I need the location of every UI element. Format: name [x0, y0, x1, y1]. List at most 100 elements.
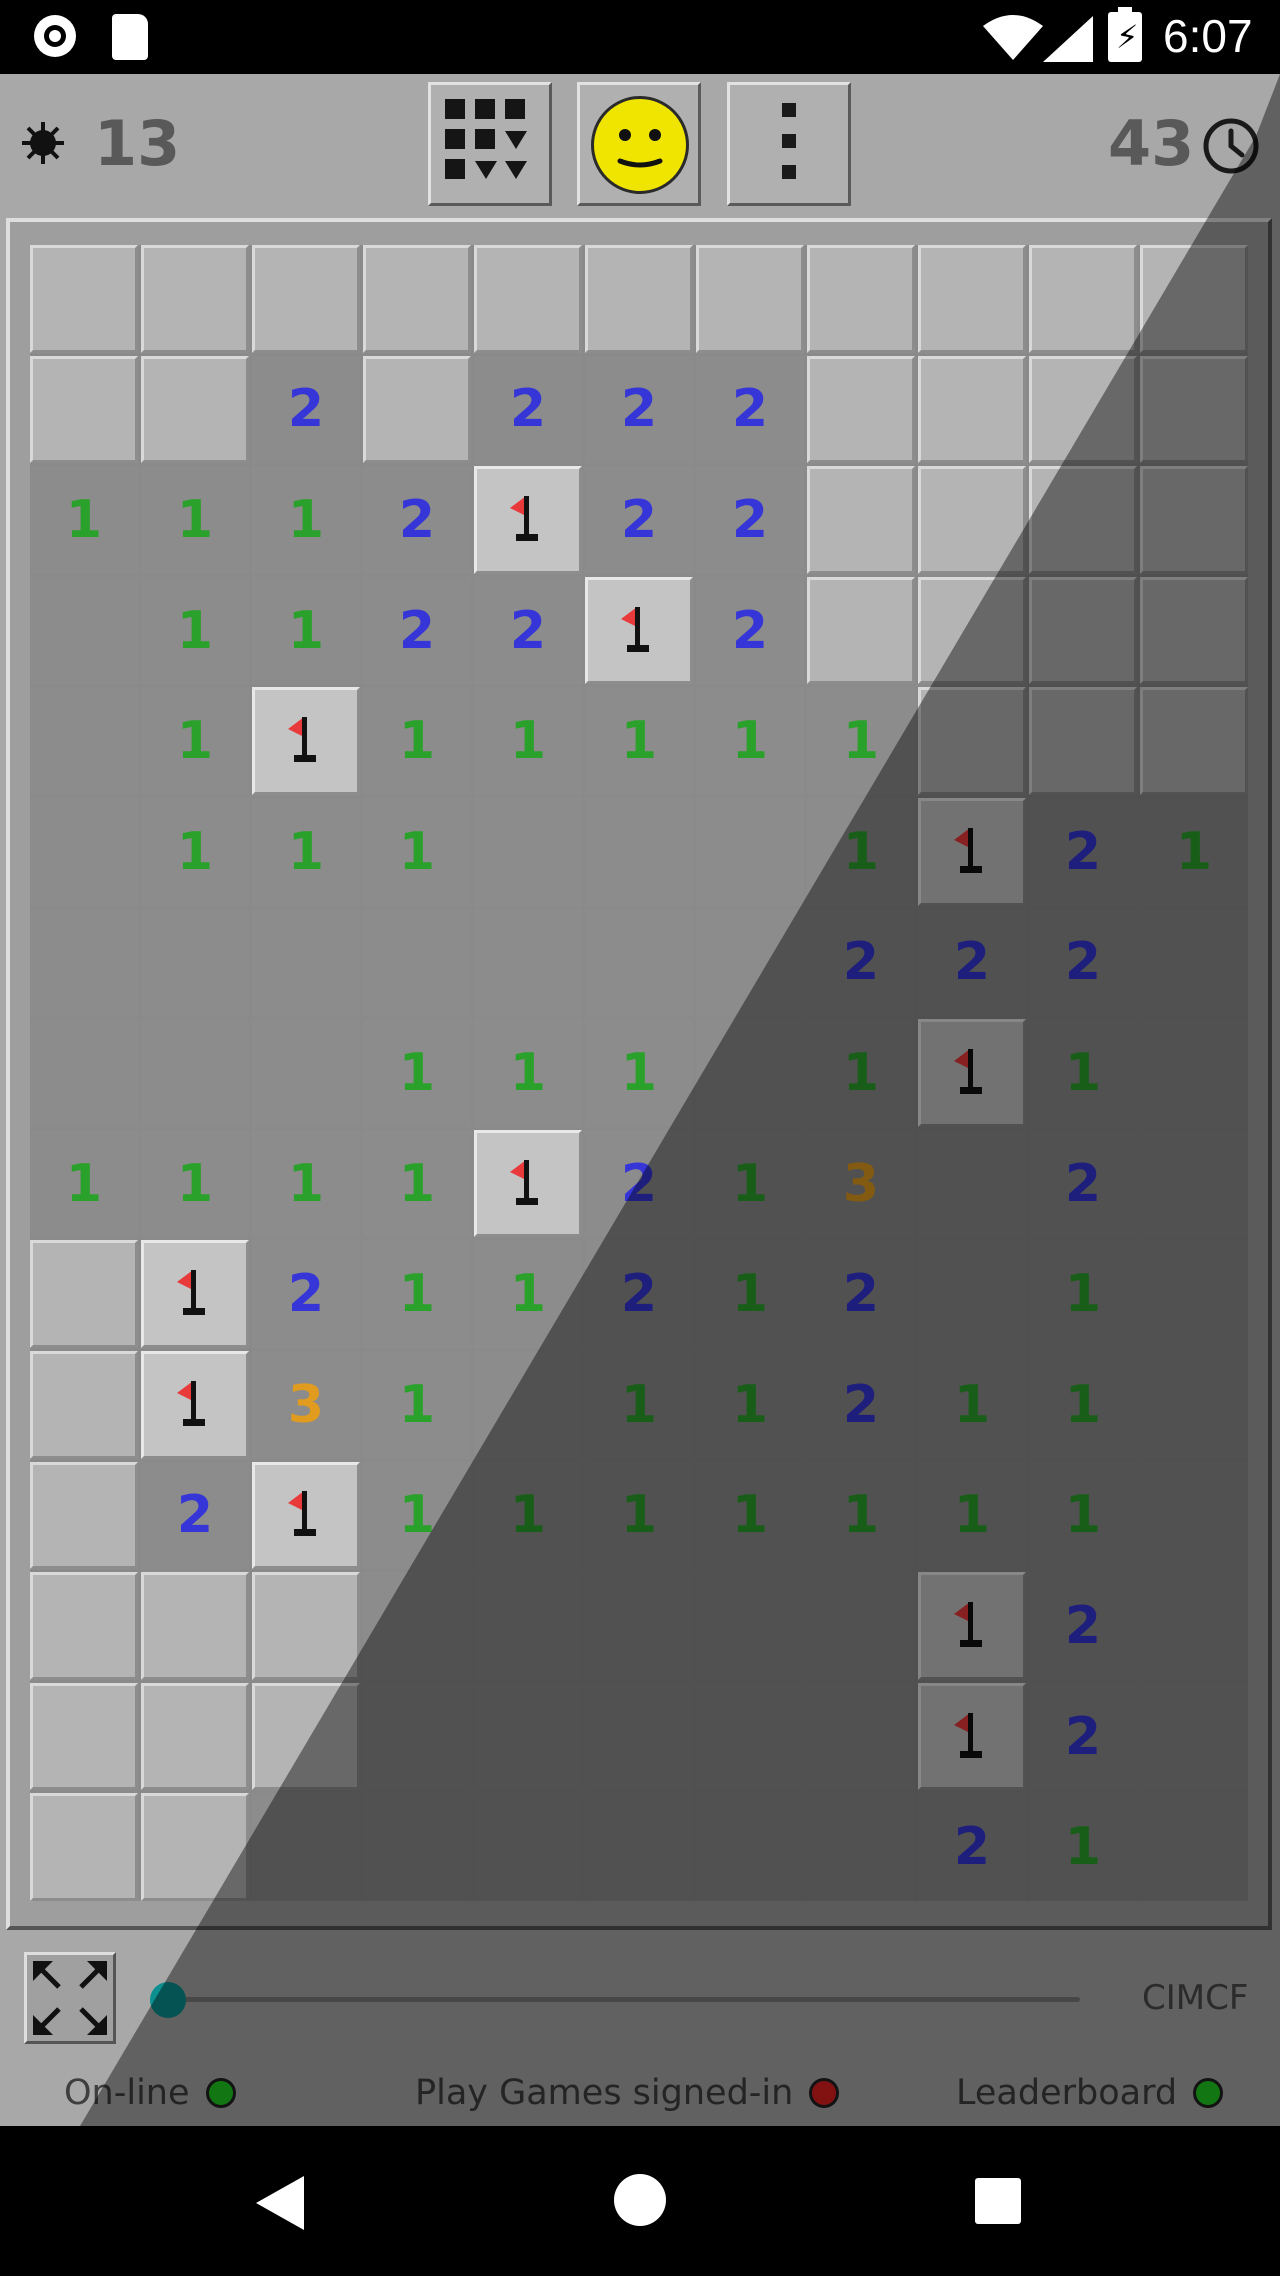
flagged-cell[interactable] [474, 466, 582, 574]
open-cell[interactable] [696, 1793, 804, 1901]
number-cell[interactable]: 2 [1029, 797, 1137, 906]
open-cell[interactable] [1140, 1572, 1248, 1680]
flagged-cell[interactable] [918, 1019, 1026, 1127]
covered-cell[interactable] [252, 1572, 360, 1680]
open-cell[interactable] [807, 1793, 915, 1901]
flagged-cell[interactable] [141, 1240, 249, 1348]
open-cell[interactable] [696, 1019, 804, 1127]
zoom-slider-thumb[interactable] [150, 1982, 186, 2018]
open-cell[interactable] [696, 797, 804, 906]
covered-cell[interactable] [1140, 355, 1248, 464]
number-cell[interactable]: 2 [141, 1461, 249, 1570]
covered-cell[interactable] [141, 355, 249, 464]
leaderboard-status[interactable]: Leaderboard [956, 2072, 1224, 2114]
number-cell[interactable]: 1 [807, 687, 915, 795]
number-cell[interactable]: 2 [807, 1350, 915, 1459]
number-cell[interactable]: 1 [363, 687, 471, 795]
number-cell[interactable]: 2 [807, 908, 915, 1017]
number-cell[interactable]: 1 [474, 1240, 582, 1348]
number-cell[interactable]: 1 [585, 1350, 693, 1459]
covered-cell[interactable] [363, 245, 471, 353]
number-cell[interactable]: 1 [363, 1129, 471, 1238]
number-cell[interactable]: 2 [696, 355, 804, 464]
number-cell[interactable]: 1 [1029, 1461, 1137, 1570]
number-cell[interactable]: 2 [363, 466, 471, 574]
number-cell[interactable]: 2 [585, 466, 693, 574]
flagged-cell[interactable] [918, 1682, 1026, 1791]
number-cell[interactable]: 2 [696, 576, 804, 685]
flagged-cell[interactable] [141, 1350, 249, 1459]
number-cell[interactable]: 1 [141, 1129, 249, 1238]
open-cell[interactable] [918, 1129, 1026, 1238]
number-cell[interactable]: 1 [252, 466, 360, 574]
flagged-cell[interactable] [252, 1461, 360, 1570]
number-cell[interactable]: 2 [252, 355, 360, 464]
open-cell[interactable] [1140, 1019, 1248, 1127]
number-cell[interactable]: 2 [252, 1240, 360, 1348]
number-cell[interactable]: 1 [696, 1240, 804, 1348]
open-cell[interactable] [363, 908, 471, 1017]
open-cell[interactable] [474, 797, 582, 906]
number-cell[interactable]: 1 [585, 1019, 693, 1127]
board-size-button[interactable] [428, 82, 552, 206]
number-cell[interactable]: 1 [252, 576, 360, 685]
covered-cell[interactable] [918, 245, 1026, 353]
covered-cell[interactable] [807, 355, 915, 464]
open-cell[interactable] [474, 908, 582, 1017]
open-cell[interactable] [1140, 1461, 1248, 1570]
covered-cell[interactable] [30, 355, 138, 464]
covered-cell[interactable] [141, 1793, 249, 1901]
number-cell[interactable]: 2 [696, 466, 804, 574]
number-cell[interactable]: 1 [585, 687, 693, 795]
number-cell[interactable]: 2 [1029, 1682, 1137, 1791]
number-cell[interactable]: 2 [1029, 1572, 1137, 1680]
number-cell[interactable]: 1 [1140, 797, 1248, 906]
covered-cell[interactable] [807, 245, 915, 353]
covered-cell[interactable] [474, 245, 582, 353]
covered-cell[interactable] [1140, 245, 1248, 353]
covered-cell[interactable] [696, 245, 804, 353]
number-cell[interactable]: 1 [1029, 1350, 1137, 1459]
covered-cell[interactable] [1029, 466, 1137, 574]
number-cell[interactable]: 2 [363, 576, 471, 685]
reset-smiley-button[interactable] [577, 82, 701, 206]
open-cell[interactable] [141, 1019, 249, 1127]
open-cell[interactable] [585, 1682, 693, 1791]
number-cell[interactable]: 1 [918, 1461, 1026, 1570]
fullscreen-button[interactable] [24, 1952, 116, 2044]
covered-cell[interactable] [807, 466, 915, 574]
open-cell[interactable] [252, 908, 360, 1017]
number-cell[interactable]: 1 [696, 1129, 804, 1238]
number-cell[interactable]: 1 [1029, 1793, 1137, 1901]
number-cell[interactable]: 1 [1029, 1240, 1137, 1348]
number-cell[interactable]: 1 [807, 1019, 915, 1127]
covered-cell[interactable] [807, 576, 915, 685]
minefield-grid[interactable]: 2222111222112221111111111212221111111112… [30, 245, 1248, 1901]
open-cell[interactable] [363, 1572, 471, 1680]
open-cell[interactable] [807, 1682, 915, 1791]
number-cell[interactable]: 1 [363, 1350, 471, 1459]
covered-cell[interactable] [141, 245, 249, 353]
flagged-cell[interactable] [918, 1572, 1026, 1680]
zoom-slider-track[interactable] [168, 1997, 1080, 2002]
open-cell[interactable] [696, 1682, 804, 1791]
open-cell[interactable] [1140, 1682, 1248, 1791]
number-cell[interactable]: 2 [807, 1240, 915, 1348]
covered-cell[interactable] [918, 355, 1026, 464]
covered-cell[interactable] [252, 1682, 360, 1791]
number-cell[interactable]: 2 [1029, 908, 1137, 1017]
flagged-cell[interactable] [585, 576, 693, 685]
number-cell[interactable]: 1 [696, 687, 804, 795]
open-cell[interactable] [30, 1019, 138, 1127]
number-cell[interactable]: 1 [141, 466, 249, 574]
number-cell[interactable]: 1 [585, 1461, 693, 1570]
number-cell[interactable]: 2 [918, 1793, 1026, 1901]
open-cell[interactable] [30, 797, 138, 906]
number-cell[interactable]: 2 [1029, 1129, 1137, 1238]
flagged-cell[interactable] [918, 797, 1026, 906]
number-cell[interactable]: 3 [807, 1129, 915, 1238]
covered-cell[interactable] [363, 355, 471, 464]
number-cell[interactable]: 1 [1029, 1019, 1137, 1127]
number-cell[interactable]: 1 [363, 1461, 471, 1570]
open-cell[interactable] [585, 1572, 693, 1680]
